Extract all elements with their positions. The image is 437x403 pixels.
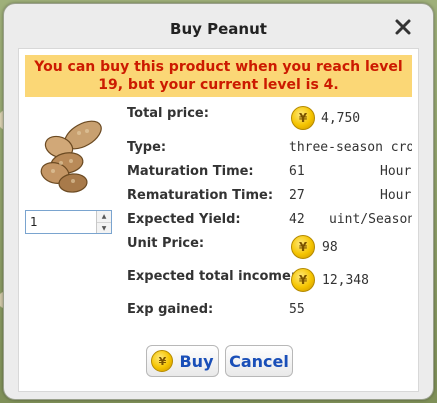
rematuration-unit: Hour <box>380 188 412 203</box>
coin-icon: ¥ <box>291 106 315 130</box>
maturation-unit: Hour <box>380 164 412 179</box>
unit-price-label: Unit Price: <box>127 236 205 251</box>
maturation-value: 61 <box>289 164 305 179</box>
currency-symbol: ¥ <box>158 354 167 368</box>
rematuration-value: 27 <box>289 188 305 203</box>
income-value: 12,348 <box>322 273 369 288</box>
currency-symbol: ¥ <box>298 273 308 287</box>
quantity-input[interactable] <box>26 211 94 233</box>
dialog-title: Buy Peanut <box>170 20 267 38</box>
currency-symbol: ¥ <box>298 111 308 125</box>
coin-icon: ¥ <box>291 268 315 292</box>
increment-icon[interactable]: ▲ <box>97 211 111 222</box>
yield-label: Expected Yield: <box>127 212 241 227</box>
dialog-content: You can buy this product when you reach … <box>18 48 419 392</box>
close-icon[interactable] <box>393 17 413 37</box>
income-label: Expected total income: <box>127 269 296 284</box>
exp-label: Exp gained: <box>127 302 214 317</box>
buy-dialog: Buy Peanut You can buy this product when… <box>3 3 434 400</box>
peanut-icon <box>31 113 117 197</box>
dialog-titlebar: Buy Peanut <box>4 4 433 50</box>
buy-button[interactable]: ¥ Buy <box>146 345 219 377</box>
yield-unit: uint/Season <box>329 212 412 227</box>
unit-price-value: 98 <box>322 240 338 255</box>
quantity-spinner[interactable]: ▲ ▼ <box>96 211 111 233</box>
coin-icon: ¥ <box>291 235 315 259</box>
currency-symbol: ¥ <box>298 240 308 254</box>
yield-value: 42 <box>289 212 305 227</box>
total-price-label: Total price: <box>127 106 209 121</box>
type-value: three-season crop <box>289 140 412 155</box>
cancel-button-label: Cancel <box>229 351 289 371</box>
quantity-stepper[interactable]: ▲ ▼ <box>25 210 112 234</box>
maturation-label: Maturation Time: <box>127 164 254 179</box>
type-label: Type: <box>127 140 167 155</box>
cancel-button[interactable]: Cancel <box>225 345 293 377</box>
decrement-icon[interactable]: ▼ <box>97 222 111 234</box>
coin-icon: ¥ <box>151 350 174 372</box>
rematuration-label: Rematuration Time: <box>127 188 274 203</box>
total-price-value: 4,750 <box>321 111 361 126</box>
exp-value: 55 <box>289 302 305 317</box>
level-warning: You can buy this product when you reach … <box>25 55 412 97</box>
buy-button-label: Buy <box>179 351 214 371</box>
